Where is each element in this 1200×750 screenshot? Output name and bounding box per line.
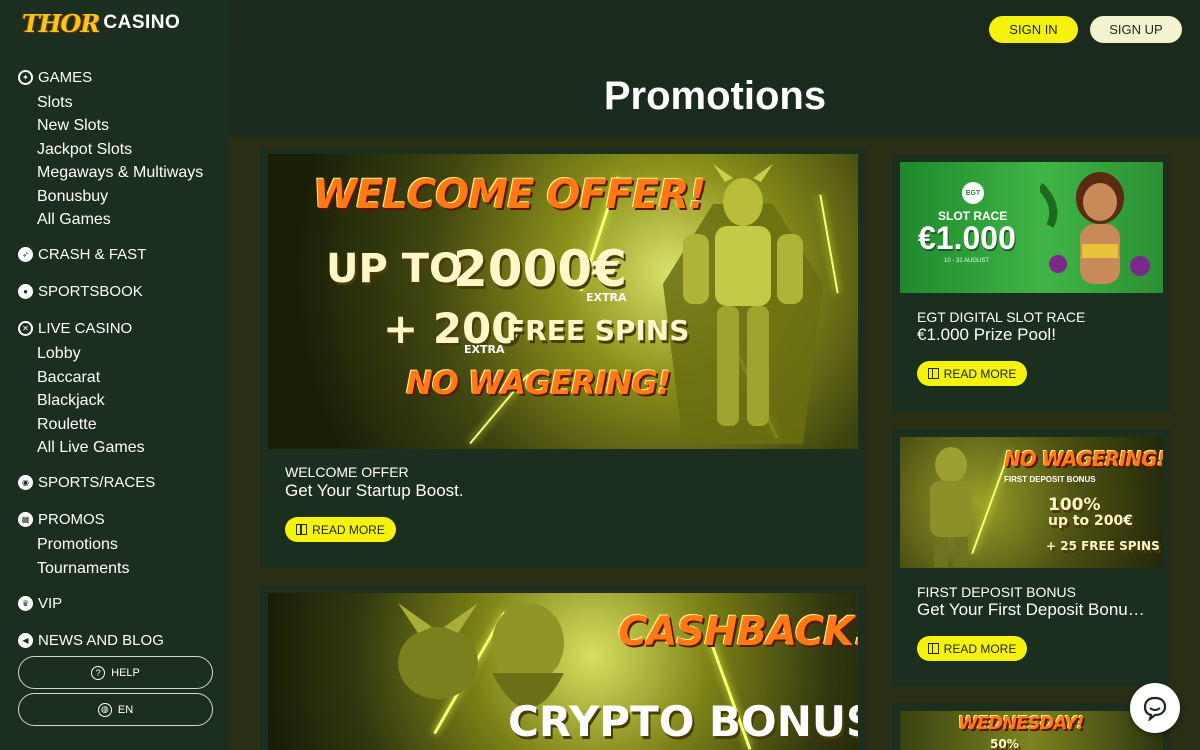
egt-slot-race-banner[interactable]: EGT SLOT RACE €1.000 10 - 31 AUGUST (900, 162, 1163, 293)
nav-item-tournaments[interactable]: Tournaments (0, 557, 230, 580)
fd-banner-percent: 100% (1048, 495, 1101, 515)
live-chat-button[interactable] (1130, 683, 1180, 733)
language-button[interactable]: ◍ EN (18, 693, 213, 726)
nav-item-blackjack[interactable]: Blackjack (0, 389, 230, 412)
language-label: EN (117, 703, 134, 716)
nav-item-baccarat[interactable]: Baccarat (0, 366, 230, 389)
egt-kicker: EGT DIGITAL SLOT RACE (917, 309, 1086, 325)
nav-crash-fast[interactable]: ➶ CRASH & FAST (0, 241, 230, 268)
banner-extra-1: EXTRA (586, 291, 627, 304)
nav-item-new-slots[interactable]: New Slots (0, 114, 230, 137)
chat-bubble-icon (1143, 696, 1167, 721)
nav-item-roulette[interactable]: Roulette (0, 413, 230, 436)
fd-subtitle: Get Your First Deposit Bonus… (917, 600, 1145, 619)
help-button[interactable]: ? HELP (18, 656, 213, 689)
nav-item-megaways[interactable]: Megaways & Multiways (0, 161, 230, 184)
warrior-figure (930, 447, 972, 567)
promo-card-egt: EGT SLOT RACE €1.000 10 - 31 AUGUST EGT … (892, 154, 1170, 412)
welcome-read-more-button[interactable]: READ MORE (285, 517, 396, 542)
nav-news-blog[interactable]: ◀ NEWS AND BLOG (0, 627, 230, 654)
nav-sportsbook-label: SPORTSBOOK (38, 283, 143, 301)
sign-in-button[interactable]: SIGN IN (989, 16, 1078, 43)
banner-up-to: UP TO (326, 246, 464, 292)
gift-icon (927, 643, 939, 654)
gift-icon: ▦ (18, 512, 33, 528)
gamepad-icon: ◉ (18, 475, 33, 491)
nav-live-casino[interactable]: ✕ LIVE CASINO (0, 315, 230, 342)
banner-no-wagering: NO WAGERING! (406, 364, 671, 402)
nav-item-jackpot-slots[interactable]: Jackpot Slots (0, 138, 230, 161)
chip-icon: ✕ (18, 321, 33, 337)
gift-icon (296, 524, 308, 535)
egt-badge: EGT (962, 182, 984, 204)
jungle-girl-figure (1040, 172, 1150, 284)
help-icon: ? (91, 665, 106, 680)
fd-kicker: FIRST DEPOSIT BONUS (917, 584, 1076, 600)
nav-item-bonusbuy[interactable]: Bonusbuy (0, 185, 230, 208)
nav-news-blog-label: NEWS AND BLOG (38, 632, 164, 650)
banner-amount: 2000€ (453, 240, 627, 298)
nav-vip-label: VIP (38, 595, 63, 613)
fd-banner-title: NO WAGERING!! (1004, 447, 1163, 471)
games-icon: ✦ (18, 70, 33, 85)
banner-welcome-title: WELCOME OFFER! (313, 172, 706, 218)
welcome-subtitle: Get Your Startup Boost. (285, 481, 464, 500)
megaphone-icon: ◀ (18, 633, 33, 649)
promo-card-wednesday: WEDNESDAY! 50% (892, 703, 1170, 750)
welcome-read-more-label: READ MORE (312, 522, 385, 537)
nav-games-label: GAMES (38, 69, 93, 86)
football-icon: ● (18, 284, 33, 300)
nav-live-casino-label: LIVE CASINO (38, 320, 133, 338)
promo-card-first-deposit: NO WAGERING!! FIRST DEPOSIT BONUS 100% u… (892, 429, 1170, 687)
banner-extra-2: EXTRA (464, 343, 505, 356)
sidebar: THOR CASINO ✦ GAMES Slots New Slots Jack… (0, 0, 230, 750)
promo-card-cashback: CASHBACK! CRYPTO BONUS (260, 585, 866, 750)
wednesday-banner-line1: 50% (990, 737, 1019, 750)
crown-icon: ♛ (18, 596, 33, 612)
nav-vip[interactable]: ♛ VIP (0, 590, 230, 617)
sidebar-nav: ✦ GAMES Slots New Slots Jackpot Slots Me… (0, 64, 230, 654)
cashback-banner-title: CASHBACK! (618, 609, 858, 655)
cashback-banner-line1: CRYPTO BONUS (508, 697, 858, 746)
nav-crash-fast-label: CRASH & FAST (38, 246, 147, 264)
nav-item-lobby[interactable]: Lobby (0, 342, 230, 365)
nav-promos-label: PROMOS (38, 511, 105, 529)
fd-banner-spins: + 25 FREE SPINS (1046, 539, 1160, 553)
page-title: Promotions (603, 74, 827, 118)
egt-subtitle: €1.000 Prize Pool! (917, 325, 1056, 344)
fd-banner-upto: up to 200€ (1048, 513, 1134, 529)
fd-read-more-label: READ MORE (943, 641, 1017, 656)
first-deposit-banner[interactable]: NO WAGERING!! FIRST DEPOSIT BONUS 100% u… (900, 437, 1163, 568)
welcome-offer-banner[interactable]: WELCOME OFFER! UP TO 2000€ EXTRA + 200 F… (268, 154, 858, 449)
sign-up-button[interactable]: SIGN UP (1090, 16, 1182, 43)
help-label: HELP (111, 666, 140, 679)
promo-card-welcome: WELCOME OFFER! UP TO 2000€ EXTRA + 200 F… (260, 148, 866, 568)
egt-read-more-button[interactable]: READ MORE (917, 361, 1027, 386)
nav-item-promotions[interactable]: Promotions (0, 533, 230, 556)
nav-sports-races-label: SPORTS/RACES (38, 474, 156, 492)
cashback-banner[interactable]: CASHBACK! CRYPTO BONUS (268, 593, 858, 750)
globe-icon: ◍ (97, 702, 112, 717)
fd-banner-line1: FIRST DEPOSIT BONUS (1004, 475, 1096, 484)
welcome-kicker: WELCOME OFFER (285, 464, 409, 480)
nav-promos[interactable]: ▦ PROMOS (0, 506, 230, 533)
gift-icon (927, 368, 939, 379)
nav-item-all-live-games[interactable]: All Live Games (0, 436, 230, 459)
fd-read-more-button[interactable]: READ MORE (917, 636, 1027, 661)
nav-games[interactable]: ✦ GAMES (0, 64, 230, 91)
egt-banner-amount: €1.000 (918, 220, 1016, 256)
wednesday-banner[interactable]: WEDNESDAY! 50% (900, 711, 1163, 750)
nav-item-slots[interactable]: Slots (0, 91, 230, 114)
logo-thor-text: THOR (22, 8, 100, 38)
nav-sports-races[interactable]: ◉ SPORTS/RACES (0, 469, 230, 496)
egt-read-more-label: READ MORE (943, 366, 1017, 381)
nav-item-all-games[interactable]: All Games (0, 208, 230, 231)
banner-free-spins: FREE SPINS (506, 314, 690, 347)
brand-logo[interactable]: THOR CASINO (22, 6, 180, 40)
nav-sportsbook[interactable]: ● SPORTSBOOK (0, 278, 230, 305)
logo-casino-text: CASINO (103, 12, 181, 33)
egt-banner-dates: 10 - 31 AUGUST (944, 258, 990, 264)
wednesday-banner-title: WEDNESDAY! (958, 713, 1084, 734)
rocket-icon: ➶ (18, 247, 33, 263)
